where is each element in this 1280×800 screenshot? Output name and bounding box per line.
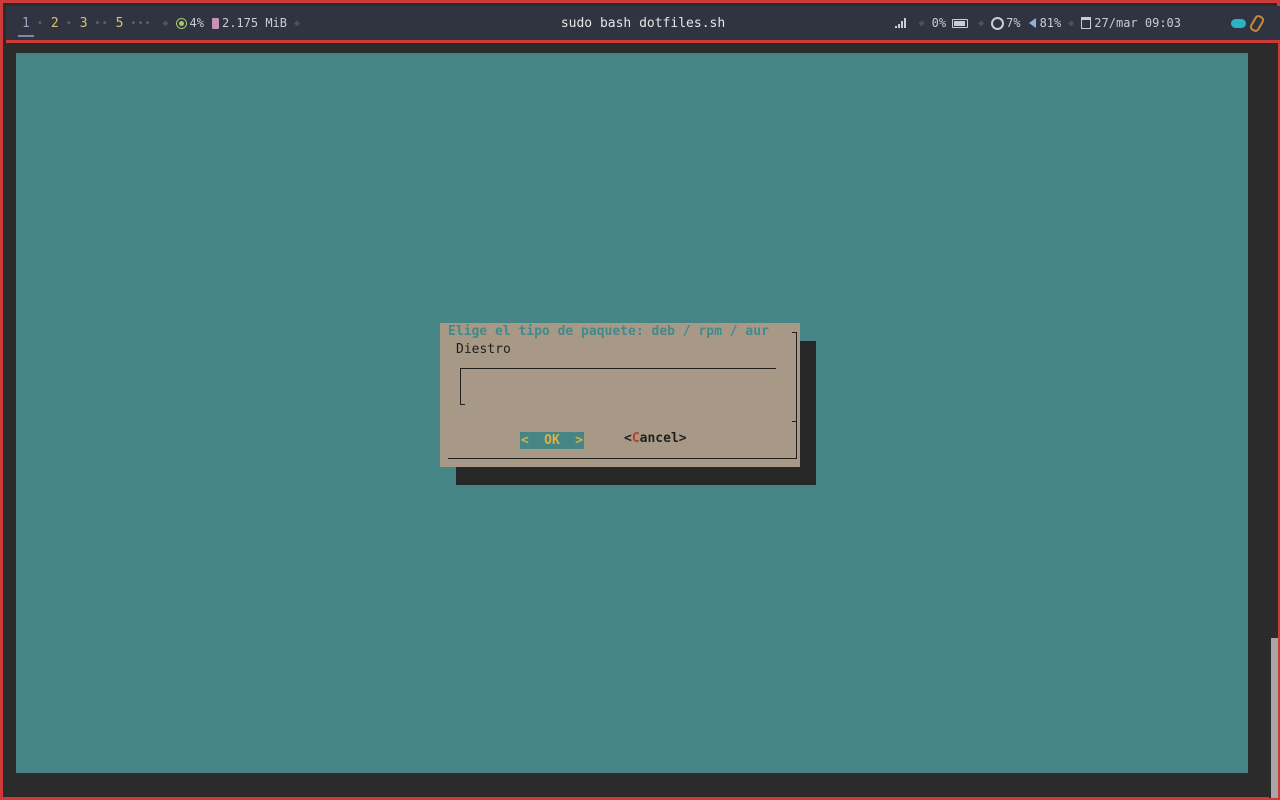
border-line: [792, 421, 796, 422]
volume-icon: [1028, 18, 1036, 28]
cancel-hotkey: C: [631, 431, 640, 446]
dialog-message: Diestro: [456, 342, 511, 357]
brightness-icon: [991, 16, 1005, 30]
dialog-title: Elige el tipo de paquete: deb / rpm / au…: [448, 324, 769, 339]
volume-value: 81%: [1039, 16, 1062, 30]
separator-diamond: ◆: [162, 17, 169, 29]
datetime-value: 27/mar 09:03: [1094, 16, 1181, 30]
cloud-icon[interactable]: [1231, 18, 1246, 28]
scrollbar-thumb[interactable]: [1271, 638, 1278, 798]
cancel-button[interactable]: <Cancel>: [624, 431, 687, 446]
ok-button[interactable]: < OK >: [520, 432, 584, 449]
brightness-value: 7%: [1006, 16, 1021, 30]
workspace-separator: •: [36, 17, 44, 29]
workspace-separator: ••: [94, 17, 109, 29]
cancel-label: ancel: [639, 431, 679, 446]
workspace-1[interactable]: 1: [18, 16, 34, 37]
separator-diamond: ◆: [918, 17, 925, 29]
cpu-value: 4%: [189, 16, 204, 30]
workspace-2[interactable]: 2: [48, 16, 62, 31]
separator-diamond: ◆: [978, 17, 985, 29]
cpu-module: 4%: [175, 16, 204, 30]
workspace-separator: •••: [130, 17, 152, 29]
separator-diamond: ◆: [1068, 17, 1075, 29]
window-title: sudo bash dotfiles.sh: [560, 15, 726, 31]
ok-label: OK: [544, 433, 560, 448]
calendar-icon: [1081, 17, 1092, 29]
input-dialog: Elige el tipo de paquete: deb / rpm / au…: [440, 323, 800, 467]
volume-module[interactable]: 81%: [1028, 16, 1062, 30]
memory-icon: [211, 17, 219, 29]
border-line: [448, 458, 797, 459]
workspace-5[interactable]: 5: [113, 16, 127, 31]
memory-module: 2.175 MiB: [211, 16, 287, 30]
separator-diamond: ◆: [294, 17, 301, 29]
status-modules: ◆ 0% ◆ 7% 81% ◆ 27/mar 09:03: [894, 6, 1266, 40]
wifi-module: 0%: [932, 16, 971, 30]
wifi-value: 0%: [931, 16, 947, 30]
workspace-list: 1 • 2 • 3 •• 5 ••• ◆ 4% 2.175 MiB ◆: [18, 6, 307, 40]
top-bar: 1 • 2 • 3 •• 5 ••• ◆ 4% 2.175 MiB ◆ sudo…: [6, 6, 1280, 43]
brightness-module[interactable]: 7%: [991, 16, 1021, 30]
battery-icon: [952, 18, 969, 28]
workspace-3[interactable]: 3: [77, 16, 91, 31]
memory-value: 2.175 MiB: [221, 16, 287, 30]
input-field[interactable]: [460, 368, 776, 405]
cpu-icon: [175, 17, 187, 29]
paperclip-icon[interactable]: [1248, 13, 1266, 33]
clock-module[interactable]: 27/mar 09:03: [1081, 16, 1181, 30]
workspace-separator: •: [65, 17, 73, 29]
wifi-icon: [894, 18, 906, 28]
border-line: [796, 332, 797, 458]
